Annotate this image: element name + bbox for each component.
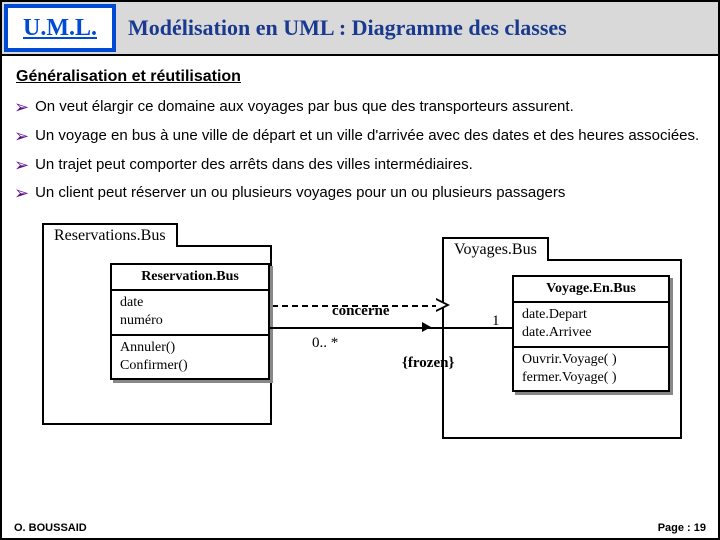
- page-number: Page : 19: [658, 522, 706, 534]
- multiplicity-right: 1: [492, 313, 500, 330]
- list-item: ➢Un voyage en bus à une ville de départ …: [14, 127, 702, 146]
- bullet-icon: ➢: [14, 184, 29, 203]
- multiplicity-left: 0.. *: [312, 335, 338, 352]
- association-name: concerne: [332, 303, 389, 320]
- bullet-icon: ➢: [14, 98, 29, 117]
- list-item: ➢On veut élargir ce domaine aux voyages …: [14, 98, 702, 117]
- class-attributes: date.Depart date.Arrivee: [512, 303, 670, 347]
- slide-header: U.M.L. Modélisation en UML : Diagramme d…: [2, 2, 718, 56]
- class-name: Reservation.Bus: [110, 263, 270, 291]
- association-constraint: {frozen}: [402, 355, 454, 372]
- bullet-icon: ➢: [14, 156, 29, 175]
- class-attributes: date numéro: [110, 291, 270, 335]
- list-item: ➢Un trajet peut comporter des arrêts dan…: [14, 156, 702, 175]
- slide-footer: O. BOUSSAID Page : 19: [2, 522, 718, 534]
- class-operations: Ouvrir.Voyage( ) fermer.Voyage( ): [512, 348, 670, 392]
- author-label: O. BOUSSAID: [14, 522, 87, 534]
- uml-logo: U.M.L.: [4, 4, 116, 52]
- direction-triangle-icon: [422, 322, 431, 332]
- package-tab: Reservations.Bus: [42, 223, 178, 247]
- list-item: ➢Un client peut réserver un ou plusieurs…: [14, 184, 702, 203]
- association-line: [270, 327, 512, 329]
- bullet-icon: ➢: [14, 127, 29, 146]
- slide-title: Modélisation en UML : Diagramme des clas…: [118, 2, 718, 54]
- class-name: Voyage.En.Bus: [512, 275, 670, 303]
- class-voyage: Voyage.En.Bus date.Depart date.Arrivee O…: [512, 275, 670, 392]
- section-subtitle: Généralisation et réutilisation: [2, 56, 718, 92]
- package-tab: Voyages.Bus: [442, 237, 549, 261]
- class-operations: Annuler() Confirmer(): [110, 336, 270, 380]
- class-reservation: Reservation.Bus date numéro Annuler() Co…: [110, 263, 270, 380]
- arrow-head-icon: [436, 298, 450, 312]
- uml-diagram: Reservations.Bus Voyages.Bus Reservation…: [12, 217, 708, 477]
- bullet-list: ➢On veut élargir ce domaine aux voyages …: [2, 92, 718, 217]
